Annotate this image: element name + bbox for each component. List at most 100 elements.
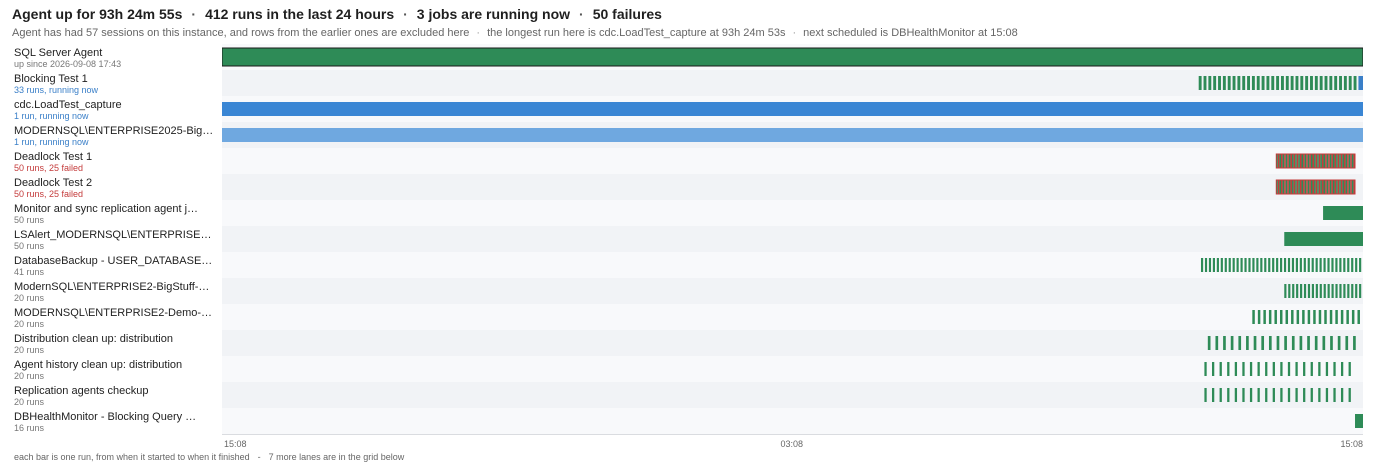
timeline-lane[interactable]: cdc.LoadTest_capture 1 run, running now (0, 96, 1374, 122)
job-run-bar[interactable] (1334, 180, 1337, 194)
timeline-lane[interactable]: Replication agents checkup 20 runs (0, 382, 1374, 408)
job-run-bar[interactable] (1253, 336, 1257, 350)
job-run-bar[interactable] (1276, 258, 1279, 272)
job-run-bar[interactable] (1304, 154, 1307, 168)
job-run-bar[interactable] (1332, 180, 1335, 194)
job-run-bar[interactable] (1351, 180, 1354, 194)
job-run-bar[interactable] (1268, 258, 1271, 272)
job-run-bar[interactable] (1351, 310, 1355, 324)
job-run-bar[interactable] (1319, 284, 1322, 298)
job-run-bar[interactable] (1216, 258, 1219, 272)
job-run-bar[interactable] (1219, 362, 1222, 376)
job-run-bar[interactable] (1292, 180, 1294, 194)
job-run-bar[interactable] (1307, 310, 1311, 324)
job-run-bar[interactable] (1345, 336, 1349, 350)
job-run-bar[interactable] (1343, 284, 1346, 298)
job-run-bar[interactable] (1318, 154, 1321, 168)
job-run-bar[interactable] (1212, 258, 1215, 272)
job-run-bar[interactable] (1315, 258, 1318, 272)
job-run-bar[interactable] (1280, 362, 1283, 376)
job-run-bar[interactable] (1227, 362, 1230, 376)
job-run-bar[interactable] (1331, 258, 1334, 272)
job-run-bar[interactable] (1287, 154, 1289, 168)
job-run-bar[interactable] (1322, 336, 1326, 350)
job-run-bar[interactable] (1307, 284, 1311, 298)
job-run-bar[interactable] (1257, 362, 1260, 376)
job-run-bar[interactable] (1312, 180, 1315, 194)
job-run-bar[interactable] (1331, 180, 1333, 194)
job-run-bar[interactable] (1285, 180, 1288, 194)
job-run-bar[interactable] (1305, 76, 1309, 90)
job-run-bar[interactable] (1343, 76, 1347, 90)
job-run-bar[interactable] (1237, 76, 1241, 90)
job-run-bar[interactable] (1314, 180, 1316, 194)
job-run-bar[interactable] (1303, 180, 1305, 194)
job-run-bar[interactable] (1299, 154, 1302, 168)
job-run-bar[interactable] (1331, 284, 1334, 298)
job-run-bar[interactable] (1317, 154, 1319, 168)
job-run-bar[interactable] (1207, 336, 1211, 350)
job-run-bar[interactable] (1277, 154, 1280, 168)
job-run-bar[interactable] (1242, 388, 1245, 402)
job-run-bar[interactable] (1293, 154, 1296, 168)
job-run-bar[interactable] (1302, 310, 1305, 324)
job-run-bar[interactable] (1263, 310, 1266, 324)
job-run-bar[interactable] (1295, 258, 1298, 272)
job-run-bar[interactable] (1285, 310, 1289, 324)
job-run-bar[interactable] (1291, 310, 1294, 324)
job-run-bar[interactable] (1300, 284, 1303, 298)
job-run-bar[interactable] (1329, 180, 1332, 194)
job-run-bar[interactable] (1219, 388, 1222, 402)
job-run-bar[interactable] (1272, 388, 1275, 402)
job-run-bar[interactable] (1323, 154, 1326, 168)
job-run-bar[interactable] (1261, 336, 1265, 350)
job-run-bar[interactable] (1324, 310, 1327, 324)
timeline-lane[interactable]: MODERNSQL\ENTERPRISE2-Demo-… 20 runs (0, 304, 1374, 330)
job-run-bar[interactable] (1353, 76, 1357, 90)
job-run-bar[interactable] (1292, 284, 1295, 298)
job-run-bar[interactable] (1323, 206, 1363, 220)
job-run-bar[interactable] (1291, 258, 1295, 272)
job-run-bar[interactable] (1347, 258, 1350, 272)
job-run-bar[interactable] (1234, 388, 1238, 402)
job-run-bar[interactable] (1295, 180, 1297, 194)
job-run-bar[interactable] (1249, 362, 1253, 376)
job-run-bar[interactable] (1265, 388, 1268, 402)
job-run-bar[interactable] (1288, 154, 1291, 168)
job-run-bar[interactable] (1311, 284, 1314, 298)
job-run-bar[interactable] (1315, 154, 1318, 168)
job-run-bar[interactable] (1348, 180, 1351, 194)
job-run-bar[interactable] (1343, 180, 1346, 194)
job-run-bar[interactable] (1295, 388, 1298, 402)
job-run-bar[interactable] (1319, 76, 1323, 90)
job-run-bar[interactable] (1277, 180, 1280, 194)
job-run-bar[interactable] (1242, 362, 1245, 376)
job-run-bar[interactable] (1310, 362, 1313, 376)
job-run-bar[interactable] (1323, 284, 1326, 298)
job-run-bar[interactable] (1340, 388, 1344, 402)
job-run-bar[interactable] (1345, 154, 1348, 168)
job-run-bar[interactable] (1342, 154, 1344, 168)
job-run-bar[interactable] (1203, 76, 1207, 90)
job-run-bar[interactable] (1306, 180, 1308, 194)
job-run-bar[interactable] (1318, 388, 1321, 402)
job-run-bar[interactable] (1215, 336, 1219, 350)
job-run-bar[interactable] (1296, 284, 1299, 298)
job-run-bar[interactable] (1343, 154, 1346, 168)
job-run-bar[interactable] (1266, 76, 1270, 90)
job-run-bar[interactable] (1208, 258, 1212, 272)
job-run-bar[interactable] (1290, 154, 1293, 168)
job-run-bar[interactable] (1340, 180, 1343, 194)
job-run-bar[interactable] (1276, 76, 1280, 90)
job-run-bar[interactable] (1287, 362, 1291, 376)
job-run-bar[interactable] (1285, 154, 1288, 168)
job-run-bar[interactable] (1282, 154, 1285, 168)
timeline-lane[interactable]: Deadlock Test 1 50 runs, 25 failed (0, 148, 1374, 174)
timeline-lane[interactable]: SQL Server Agent up since 2026-09-08 17:4… (0, 44, 1374, 70)
job-run-bar[interactable] (1339, 180, 1341, 194)
job-run-bar[interactable] (1284, 180, 1286, 194)
job-run-bar[interactable] (1359, 258, 1362, 272)
job-run-bar[interactable] (1321, 180, 1324, 194)
job-run-bar[interactable] (1292, 154, 1294, 168)
job-run-bar[interactable] (1348, 388, 1351, 402)
